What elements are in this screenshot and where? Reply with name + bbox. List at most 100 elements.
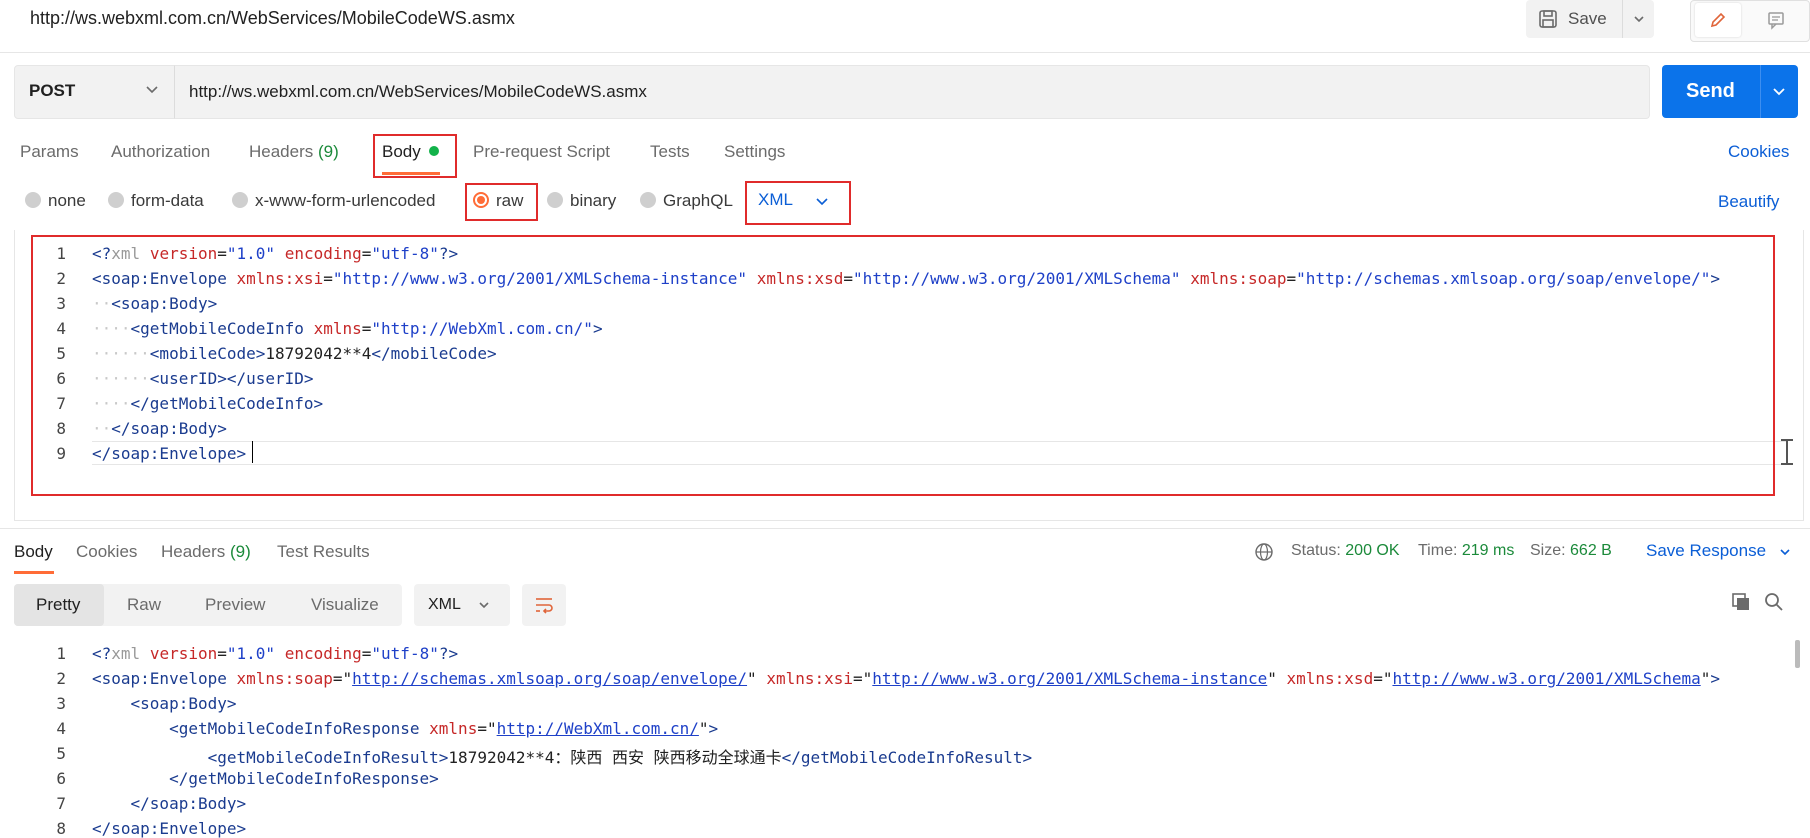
line-number: 1 bbox=[56, 644, 66, 663]
highlight-box-raw bbox=[465, 183, 538, 221]
url-link[interactable]: http://www.w3.org/2001/XMLSchema bbox=[1392, 669, 1700, 688]
code-token: <? bbox=[92, 244, 112, 263]
code-token: <soap:Envelope bbox=[92, 669, 227, 688]
radio-urlencoded-label[interactable]: x-www-form-urlencoded bbox=[255, 191, 435, 211]
radio-form-data[interactable] bbox=[108, 192, 124, 208]
response-size: Size: 662 B bbox=[1530, 542, 1612, 560]
code-token: encoding bbox=[284, 644, 362, 663]
comment-icon bbox=[1768, 12, 1784, 30]
code-line-4: ····<getMobileCodeInfo xmlns="http://Web… bbox=[92, 319, 603, 338]
line-number: 3 bbox=[56, 694, 66, 713]
line-number: 7 bbox=[56, 394, 66, 413]
code-token: xmlns bbox=[313, 319, 362, 338]
response-line-3: <soap:Body> bbox=[92, 694, 237, 713]
save-label: Save bbox=[1568, 9, 1607, 28]
response-tab-cookies[interactable]: Cookies bbox=[76, 542, 137, 562]
code-token: </soap:Body> bbox=[111, 419, 227, 438]
url-link[interactable]: http://www.w3.org/2001/XMLSchema-instanc… bbox=[872, 669, 1267, 688]
code-token: xml bbox=[111, 644, 141, 663]
response-line-4: <getMobileCodeInfoResponse xmlns="http:/… bbox=[169, 719, 719, 738]
code-token: </soap:Envelope> bbox=[92, 819, 247, 838]
response-tab-test-results[interactable]: Test Results bbox=[277, 542, 370, 562]
tab-headers[interactable]: Headers (9) bbox=[249, 142, 339, 162]
code-token: </mobileCode> bbox=[371, 344, 497, 363]
size-label: Size: bbox=[1530, 542, 1566, 559]
cookies-link[interactable]: Cookies bbox=[1728, 142, 1789, 162]
response-divider bbox=[0, 528, 1810, 529]
send-button[interactable]: Send bbox=[1662, 65, 1798, 118]
time-label: Time: bbox=[1418, 542, 1458, 559]
radio-graphql-label[interactable]: GraphQL bbox=[663, 191, 733, 211]
radio-none[interactable] bbox=[25, 192, 41, 208]
url-link[interactable]: http://WebXml.com.cn/ bbox=[497, 719, 699, 738]
tab-tests[interactable]: Tests bbox=[650, 142, 690, 162]
radio-binary-label[interactable]: binary bbox=[570, 191, 616, 211]
response-language-select[interactable]: XML bbox=[414, 584, 510, 626]
status-value: 200 OK bbox=[1345, 542, 1400, 559]
method-select[interactable]: POST bbox=[14, 65, 176, 119]
save-icon bbox=[1539, 10, 1557, 28]
code-token: ?> bbox=[438, 644, 459, 663]
code-token: "1.0" bbox=[226, 644, 276, 663]
code-line-6: ······<userID></userID> bbox=[92, 369, 314, 388]
code-token: "http://www.w3.org/2001/XMLSchema-instan… bbox=[332, 269, 748, 288]
tab-settings[interactable]: Settings bbox=[724, 142, 785, 162]
url-input[interactable]: http://ws.webxml.com.cn/WebServices/Mobi… bbox=[174, 65, 1650, 119]
code-token: <soap:Body> bbox=[130, 694, 237, 713]
response-tab-body[interactable]: Body bbox=[14, 542, 53, 562]
code-token: <soap:Body> bbox=[111, 294, 218, 313]
radio-none-label[interactable]: none bbox=[48, 191, 86, 211]
code-token: </soap:Body> bbox=[130, 794, 247, 813]
send-label: Send bbox=[1686, 80, 1735, 102]
code-line-7: ····</getMobileCodeInfo> bbox=[92, 394, 324, 413]
save-response-label: Save Response bbox=[1646, 541, 1767, 560]
mobile-code-value: 18792042**4 bbox=[265, 344, 372, 363]
response-tab-headers-label: Headers bbox=[161, 542, 226, 561]
radio-form-data-label[interactable]: form-data bbox=[131, 191, 204, 211]
code-token: xmlns bbox=[429, 719, 478, 738]
response-line-2: <soap:Envelope xmlns:soap="http://schema… bbox=[92, 669, 1720, 688]
code-token: xmlns:xsd bbox=[1286, 669, 1374, 688]
save-response-button[interactable]: Save Response bbox=[1646, 541, 1791, 561]
chevron-down-icon[interactable] bbox=[1772, 85, 1786, 99]
url-link[interactable]: http://schemas.xmlsoap.org/soap/envelope… bbox=[352, 669, 747, 688]
radio-urlencoded[interactable] bbox=[232, 192, 248, 208]
send-divider bbox=[1760, 65, 1761, 118]
view-pretty[interactable]: Pretty bbox=[36, 595, 80, 615]
beautify-link[interactable]: Beautify bbox=[1718, 192, 1779, 212]
save-button[interactable]: Save bbox=[1526, 0, 1654, 38]
tab-params[interactable]: Params bbox=[20, 142, 79, 162]
request-title[interactable]: http://ws.webxml.com.cn/WebServices/Mobi… bbox=[30, 8, 515, 29]
response-scrollbar[interactable] bbox=[1795, 640, 1800, 668]
code-token: xmlns:soap bbox=[1190, 269, 1287, 288]
save-options-button[interactable] bbox=[1622, 0, 1655, 38]
response-line-7: </soap:Body> bbox=[92, 794, 247, 813]
mobile-info-result: 18792042**4：陕西 西安 陕西移动全球通卡 bbox=[448, 748, 782, 767]
code-token: <mobileCode> bbox=[149, 344, 266, 363]
response-tab-headers[interactable]: Headers (9) bbox=[161, 542, 251, 562]
wrap-lines-button[interactable] bbox=[522, 584, 566, 626]
view-raw[interactable]: Raw bbox=[127, 595, 161, 615]
code-token: > bbox=[592, 319, 603, 338]
code-line-9: </soap:Envelope> bbox=[92, 444, 246, 463]
radio-graphql[interactable] bbox=[640, 192, 656, 208]
code-token: version bbox=[149, 244, 218, 263]
globe-icon[interactable] bbox=[1254, 542, 1274, 562]
highlight-box-xml-select bbox=[745, 181, 851, 225]
radio-binary[interactable] bbox=[547, 192, 563, 208]
tab-prerequest-script[interactable]: Pre-request Script bbox=[473, 142, 610, 162]
tab-authorization[interactable]: Authorization bbox=[111, 142, 210, 162]
copy-icon[interactable] bbox=[1731, 592, 1751, 612]
code-token: <soap:Envelope bbox=[92, 269, 227, 288]
line-number: 6 bbox=[56, 369, 66, 388]
comments-button[interactable] bbox=[1753, 3, 1799, 37]
edit-mode-button[interactable] bbox=[1695, 3, 1741, 37]
response-line-8: </soap:Envelope> bbox=[92, 819, 246, 838]
response-view-selector: Pretty Raw Preview Visualize bbox=[14, 584, 402, 626]
code-token: > bbox=[1710, 669, 1720, 688]
response-status: Status: 200 OK bbox=[1291, 542, 1400, 560]
search-icon[interactable] bbox=[1764, 592, 1784, 612]
response-headers-count: (9) bbox=[230, 542, 251, 561]
view-visualize[interactable]: Visualize bbox=[311, 595, 379, 615]
view-preview[interactable]: Preview bbox=[205, 595, 265, 615]
